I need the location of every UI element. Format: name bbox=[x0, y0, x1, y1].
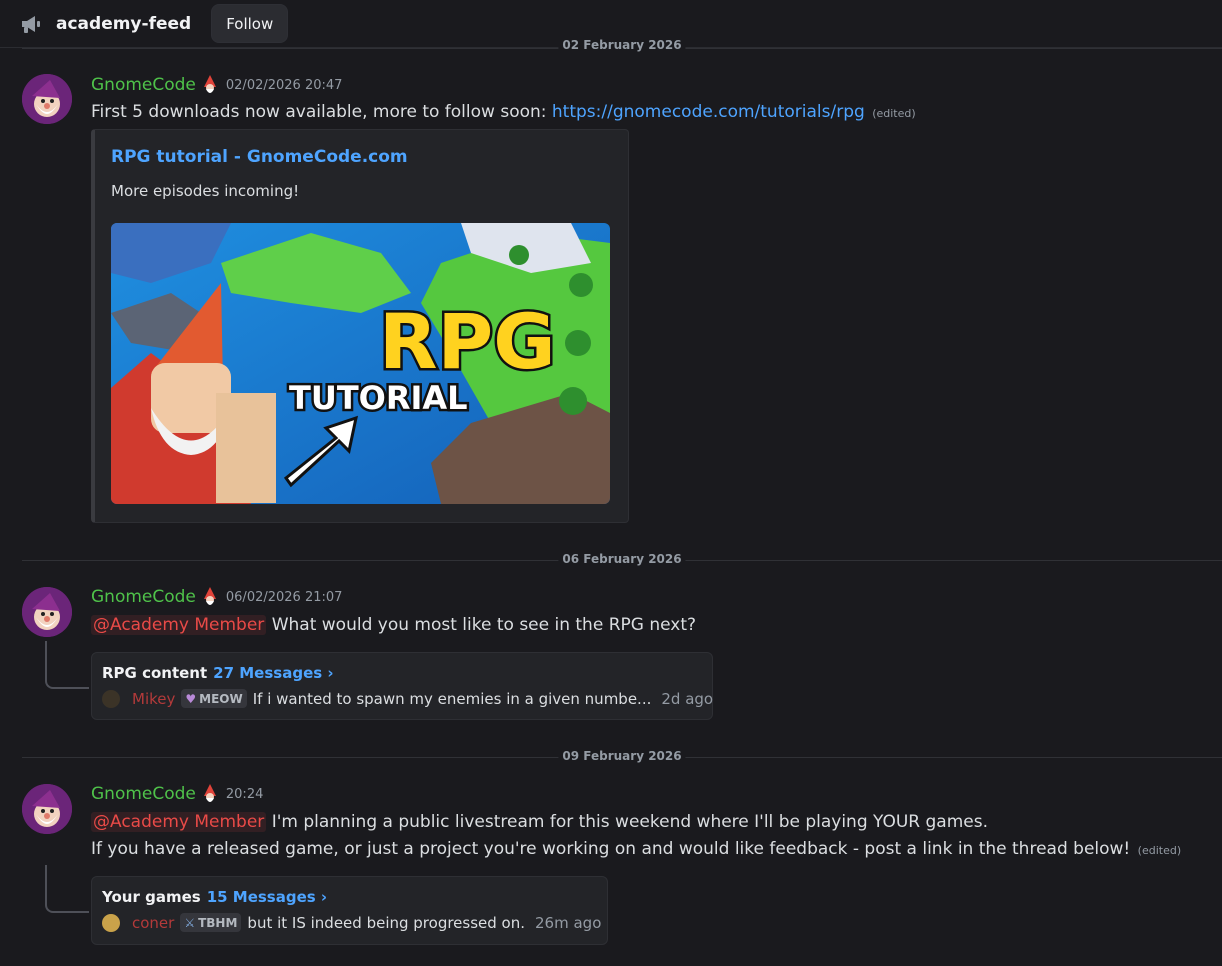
author-name[interactable]: GnomeCode bbox=[91, 75, 196, 95]
author-name[interactable]: GnomeCode bbox=[91, 784, 196, 804]
thread-last-message: coner ⚔ TBHM but it IS indeed being progr… bbox=[102, 913, 601, 932]
thread-preview-text: If i wanted to spawn my enemies in a giv… bbox=[252, 689, 652, 708]
thread-title[interactable]: Your games 15 Messages › bbox=[102, 888, 327, 906]
avatar[interactable] bbox=[22, 74, 72, 124]
message-text: First 5 downloads now available, more to… bbox=[91, 102, 552, 122]
message-text: What would you most like to see in the R… bbox=[266, 615, 697, 635]
date-divider-label: 06 February 2026 bbox=[558, 552, 686, 566]
timestamp: 02/02/2026 20:47 bbox=[225, 77, 343, 93]
thread-connector bbox=[45, 641, 89, 689]
thread-preview-card[interactable]: Your games 15 Messages › coner ⚔ TBHM but … bbox=[91, 876, 608, 945]
message-content-line2: If you have a released game, or just a p… bbox=[91, 836, 1181, 864]
thread-preview-author[interactable]: Mikey bbox=[132, 690, 175, 708]
thread-preview-time: 2d ago bbox=[661, 689, 714, 708]
thread-message-count[interactable]: 27 Messages › bbox=[213, 664, 333, 682]
date-divider: 09 February 2026 bbox=[22, 749, 1222, 763]
edited-label: (edited) bbox=[1137, 844, 1182, 857]
message-content: @Academy Member I'm planning a public li… bbox=[91, 809, 988, 835]
edited-label: (edited) bbox=[872, 107, 916, 120]
gnome-role-icon bbox=[202, 587, 218, 607]
user-tag-badge: ♥ MEOW bbox=[181, 689, 247, 708]
date-divider: 06 February 2026 bbox=[22, 552, 1222, 566]
timestamp: 06/02/2026 21:07 bbox=[225, 589, 343, 605]
link-embed: RPG tutorial - GnomeCode.com More episod… bbox=[91, 129, 629, 523]
embed-description: More episodes incoming! bbox=[111, 182, 300, 200]
channel-name: academy-feed bbox=[56, 13, 192, 34]
user-tag-badge: ⚔ TBHM bbox=[180, 913, 242, 932]
announcement-megaphone-icon bbox=[20, 12, 44, 36]
thread-preview-text: but it IS indeed being progressed on. bbox=[247, 913, 526, 932]
avatar[interactable] bbox=[22, 784, 72, 834]
embed-thumbnail-image[interactable]: RPG TUTORIAL bbox=[111, 223, 610, 504]
thread-name: RPG content bbox=[102, 664, 208, 682]
tag-label: TBHM bbox=[198, 915, 238, 930]
thread-preview-author[interactable]: coner bbox=[132, 914, 174, 932]
timestamp: 20:24 bbox=[225, 786, 264, 802]
embed-title[interactable]: RPG tutorial - GnomeCode.com bbox=[111, 147, 408, 167]
message-header: GnomeCode 02/02/2026 20:47 bbox=[91, 75, 342, 95]
message-content: @Academy Member What would you most like… bbox=[91, 612, 696, 638]
role-mention[interactable]: @Academy Member bbox=[91, 812, 267, 832]
thread-name: Your games bbox=[102, 888, 201, 906]
date-divider: 02 February 2026 bbox=[22, 38, 1222, 52]
message-text: I'm planning a public livestream for thi… bbox=[266, 812, 989, 832]
role-mention[interactable]: @Academy Member bbox=[91, 615, 267, 635]
author-name[interactable]: GnomeCode bbox=[91, 587, 196, 607]
date-divider-label: 09 February 2026 bbox=[558, 749, 686, 763]
thumbnail-tutorial-text: TUTORIAL bbox=[289, 379, 468, 417]
thread-message-count[interactable]: 15 Messages › bbox=[207, 888, 327, 906]
thread-title[interactable]: RPG content 27 Messages › bbox=[102, 664, 334, 682]
follow-button[interactable]: Follow bbox=[211, 4, 289, 43]
sword-icon: ⚔ bbox=[184, 915, 196, 930]
gnome-role-icon bbox=[202, 75, 218, 95]
date-divider-label: 02 February 2026 bbox=[558, 38, 686, 52]
message-content: First 5 downloads now available, more to… bbox=[91, 99, 916, 127]
message-header: GnomeCode 06/02/2026 21:07 bbox=[91, 587, 342, 607]
avatar bbox=[102, 913, 120, 932]
thumbnail-rpg-text: RPG bbox=[379, 297, 556, 386]
thread-preview-time: 26m ago bbox=[535, 913, 602, 932]
thread-last-message: Mikey ♥ MEOW If i wanted to spawn my enem… bbox=[102, 689, 713, 708]
message-link[interactable]: https://gnomecode.com/tutorials/rpg bbox=[552, 102, 865, 122]
thread-preview-card[interactable]: RPG content 27 Messages › Mikey ♥ MEOW If … bbox=[91, 652, 713, 720]
avatar[interactable] bbox=[22, 587, 72, 637]
heart-icon: ♥ bbox=[185, 691, 197, 706]
message-text: If you have a released game, or just a p… bbox=[91, 839, 1131, 859]
tag-label: MEOW bbox=[199, 691, 243, 706]
gnome-role-icon bbox=[202, 784, 218, 804]
thread-connector bbox=[45, 865, 89, 913]
message-header: GnomeCode 20:24 bbox=[91, 784, 263, 804]
avatar bbox=[102, 689, 120, 708]
